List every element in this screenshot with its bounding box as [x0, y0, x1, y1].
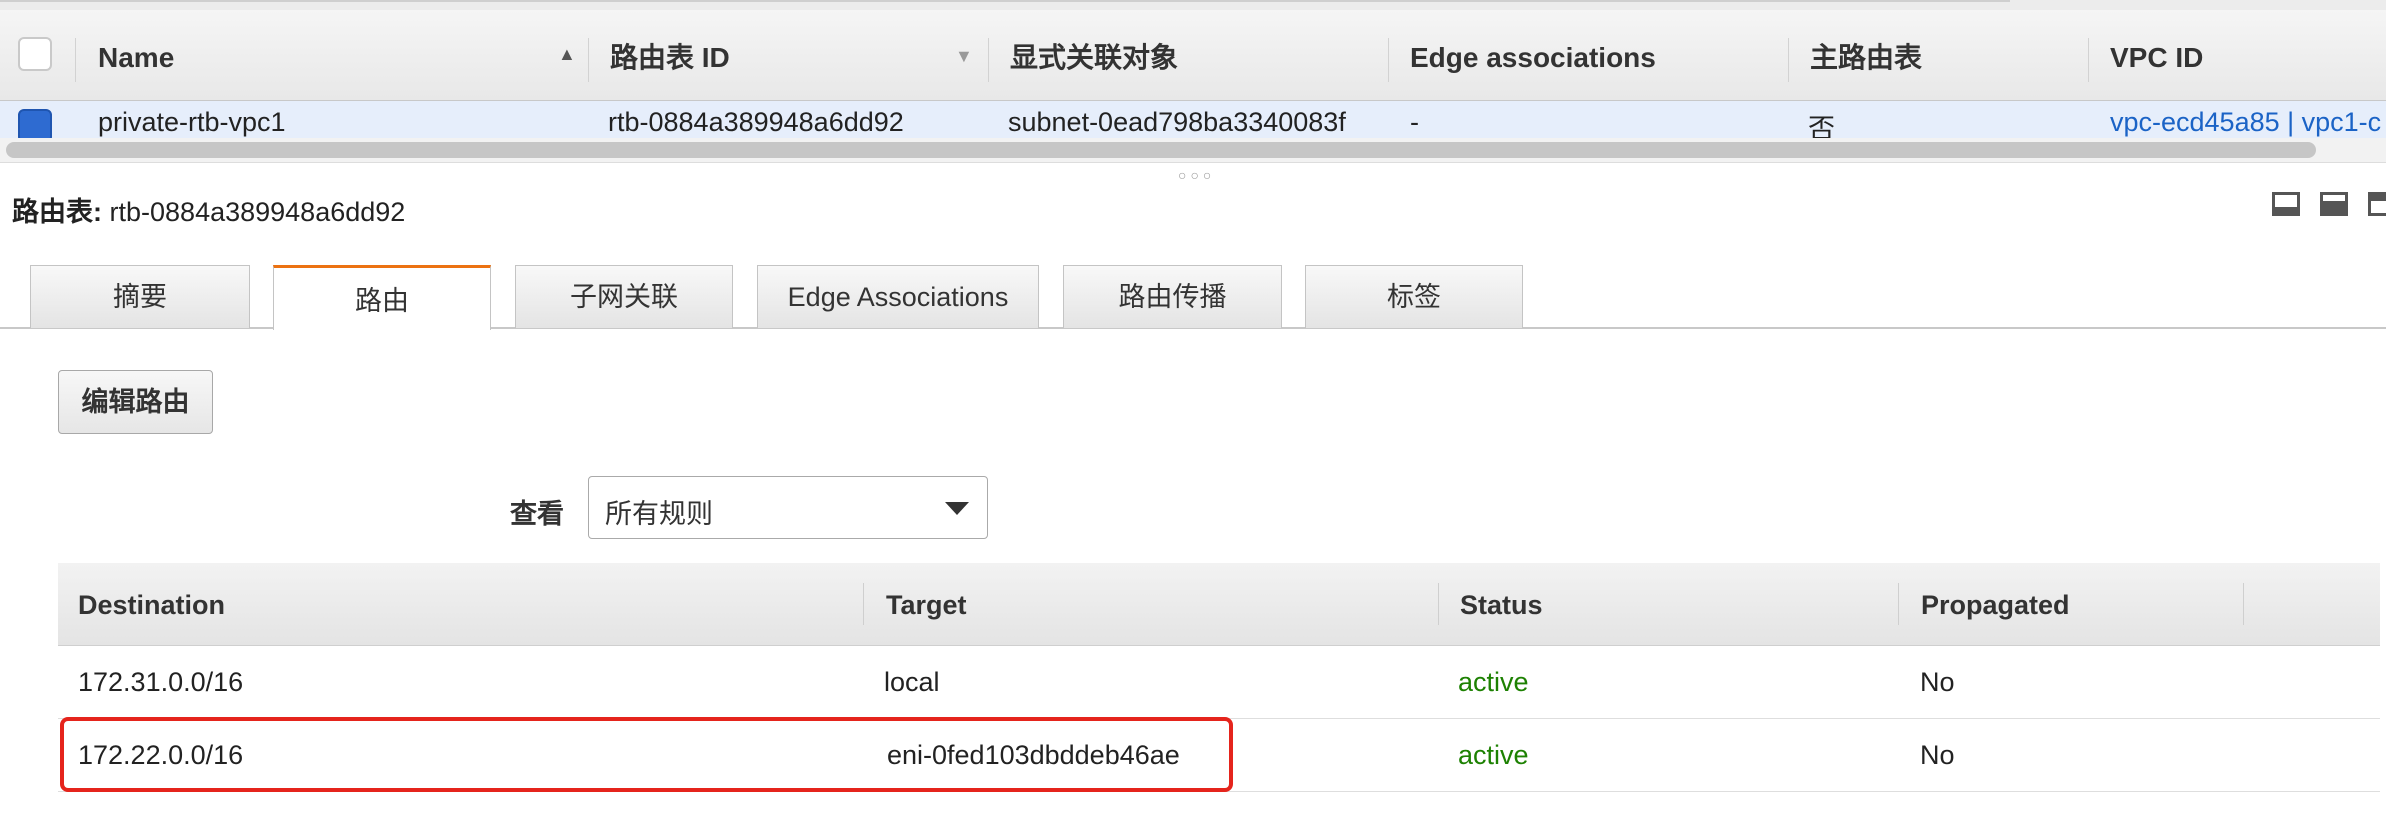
cell-destination: 172.31.0.0/16 [78, 667, 244, 697]
layout-split-panel-icon[interactable] [2320, 192, 2348, 216]
routes-table-header: Destination Target Status Propagated [58, 563, 2380, 646]
cell-name: private-rtb-vpc1 [98, 107, 286, 137]
column-divider [2243, 583, 2244, 625]
column-divider [1788, 38, 1789, 82]
route-tables-header: Name ▲ 路由表 ID ▼ 显式关联对象 Edge associations… [0, 10, 2386, 101]
panel-title-label: 路由表: [12, 197, 102, 227]
cell-target: local [884, 667, 940, 697]
column-divider [863, 583, 864, 625]
column-header-explicit-associations[interactable]: 显式关联对象 [1010, 10, 1178, 100]
column-divider [588, 38, 589, 82]
view-filter-label: 查看 [510, 499, 564, 529]
layout-full-panel-icon[interactable] [2368, 192, 2386, 216]
cell-explicit-associations: subnet-0ead798ba3340083f [1008, 107, 1346, 137]
tab-tags[interactable]: 标签 [1305, 265, 1523, 328]
sort-ascending-icon[interactable]: ▲ [558, 44, 576, 65]
view-filter-select[interactable]: 所有规则 [588, 476, 988, 539]
column-header-name[interactable]: Name [98, 10, 174, 100]
sort-descending-icon[interactable]: ▼ [955, 46, 973, 67]
column-header-destination[interactable]: Destination [78, 563, 225, 647]
column-divider [2088, 38, 2089, 82]
cell-propagated: No [1920, 667, 1955, 697]
column-divider [1388, 38, 1389, 82]
column-header-route-table-id[interactable]: 路由表 ID [610, 10, 730, 100]
cell-edge-associations: - [1410, 107, 1419, 137]
column-header-target[interactable]: Target [886, 563, 967, 647]
top-scroll-indicator [0, 0, 2010, 2]
tab-route-propagation[interactable]: 路由传播 [1063, 265, 1282, 328]
column-header-edge-associations[interactable]: Edge associations [1410, 10, 1656, 100]
chevron-down-icon [945, 502, 969, 515]
column-divider [1438, 583, 1439, 625]
table-row: 172.31.0.0/16 local active No [58, 646, 2380, 719]
cell-status: active [1458, 667, 1529, 697]
tab-routes[interactable]: 路由 [273, 265, 491, 330]
drag-handle-icon[interactable]: ○○○ [1178, 167, 1215, 183]
layout-bottom-panel-icon[interactable] [2272, 192, 2300, 216]
cell-vpc-id-link[interactable]: vpc-ecd45a85 | vpc1-c [2110, 107, 2381, 138]
tab-edge-associations[interactable]: Edge Associations [757, 265, 1039, 328]
column-header-propagated[interactable]: Propagated [1921, 563, 2070, 647]
panel-title: 路由表: rtb-0884a389948a6dd92 [12, 190, 405, 229]
tab-subnet-associations[interactable]: 子网关联 [515, 265, 733, 328]
tab-summary[interactable]: 摘要 [30, 265, 250, 328]
cell-propagated: No [1920, 740, 1955, 770]
horizontal-scrollbar-thumb[interactable] [6, 142, 2316, 158]
select-all-checkbox[interactable] [18, 37, 52, 71]
cell-status: active [1458, 740, 1529, 770]
column-header-main[interactable]: 主路由表 [1810, 10, 1922, 100]
column-divider [1898, 583, 1899, 625]
view-filter-value: 所有规则 [605, 499, 713, 529]
edit-routes-button[interactable]: 编辑路由 [58, 370, 213, 434]
table-row-selected[interactable]: private-rtb-vpc1 rtb-0884a389948a6dd92 s… [0, 101, 2386, 143]
cell-route-table-id: rtb-0884a389948a6dd92 [608, 107, 904, 137]
panel-title-value: rtb-0884a389948a6dd92 [109, 197, 406, 227]
column-divider [75, 38, 76, 82]
column-divider [988, 38, 989, 82]
column-header-status[interactable]: Status [1460, 563, 1543, 647]
annotation-highlight-box [60, 717, 1233, 792]
column-header-vpc-id[interactable]: VPC ID [2110, 10, 2203, 100]
